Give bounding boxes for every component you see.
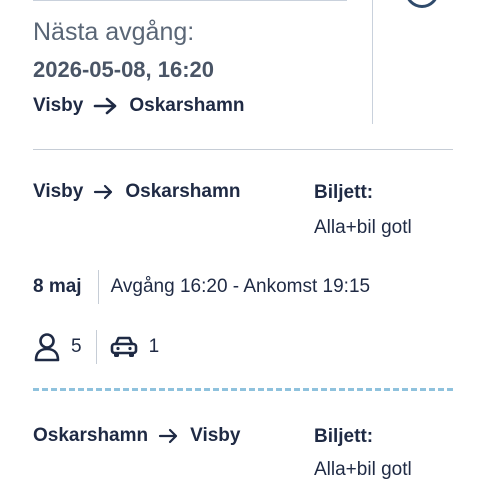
next-departure-route: Visby Oskarshamn [33, 95, 244, 117]
section-divider [33, 149, 453, 150]
status-icon [405, 0, 439, 8]
vertical-separator [95, 330, 97, 364]
route-to: Oskarshamn [129, 95, 245, 116]
trip-times: Avgång 16:20 - Ankomst 19:15 [110, 276, 371, 297]
next-departure-label: Nästa avgång: [33, 18, 195, 46]
ticket-value: Alla+bil gotl [314, 459, 412, 480]
ticket-label: Biljett: [314, 426, 374, 447]
car-icon [110, 336, 137, 357]
trip-counts-row: 5 1 [33, 328, 159, 366]
vehicle-count: 1 [148, 336, 160, 357]
person-icon [34, 333, 60, 362]
booking-screen: Nästa avgång: 2026-05-08, 16:20 Visby Os… [0, 0, 480, 480]
route-from: Oskarshamn [33, 425, 149, 446]
arrow-right-icon [159, 428, 178, 444]
vertical-separator [97, 270, 99, 304]
arrow-right-icon [94, 97, 117, 115]
trip-date: 8 maj [33, 276, 82, 297]
route-to: Oskarshamn [125, 181, 241, 202]
route-from: Visby [33, 181, 84, 202]
ticket-label: Biljett: [314, 182, 374, 203]
dashed-divider [33, 388, 453, 391]
passenger-count: 5 [71, 336, 82, 357]
next-departure-datetime: 2026-05-08, 16:20 [33, 57, 215, 82]
route-from: Visby [33, 95, 84, 116]
card-top-border [33, 0, 347, 1]
arrow-right-icon [94, 184, 113, 200]
trip-route: Visby Oskarshamn [33, 181, 240, 203]
card-vertical-divider [372, 0, 373, 124]
trip-route: Oskarshamn Visby [33, 425, 240, 447]
route-to: Visby [190, 425, 241, 446]
ticket-value: Alla+bil gotl [314, 217, 412, 238]
trip-time-row: 8 maj Avgång 16:20 - Ankomst 19:15 [33, 270, 370, 304]
